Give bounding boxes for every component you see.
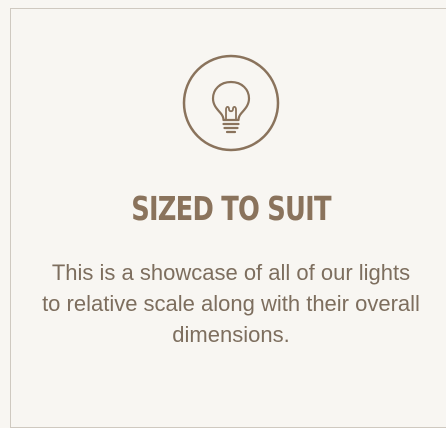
card-title: SIZED TO SUIT: [131, 189, 331, 228]
lightbulb-icon: [182, 54, 280, 152]
feature-card: SIZED TO SUIT This is a showcase of all …: [10, 8, 446, 428]
card-description: This is a showcase of all of our lights …: [42, 260, 420, 347]
